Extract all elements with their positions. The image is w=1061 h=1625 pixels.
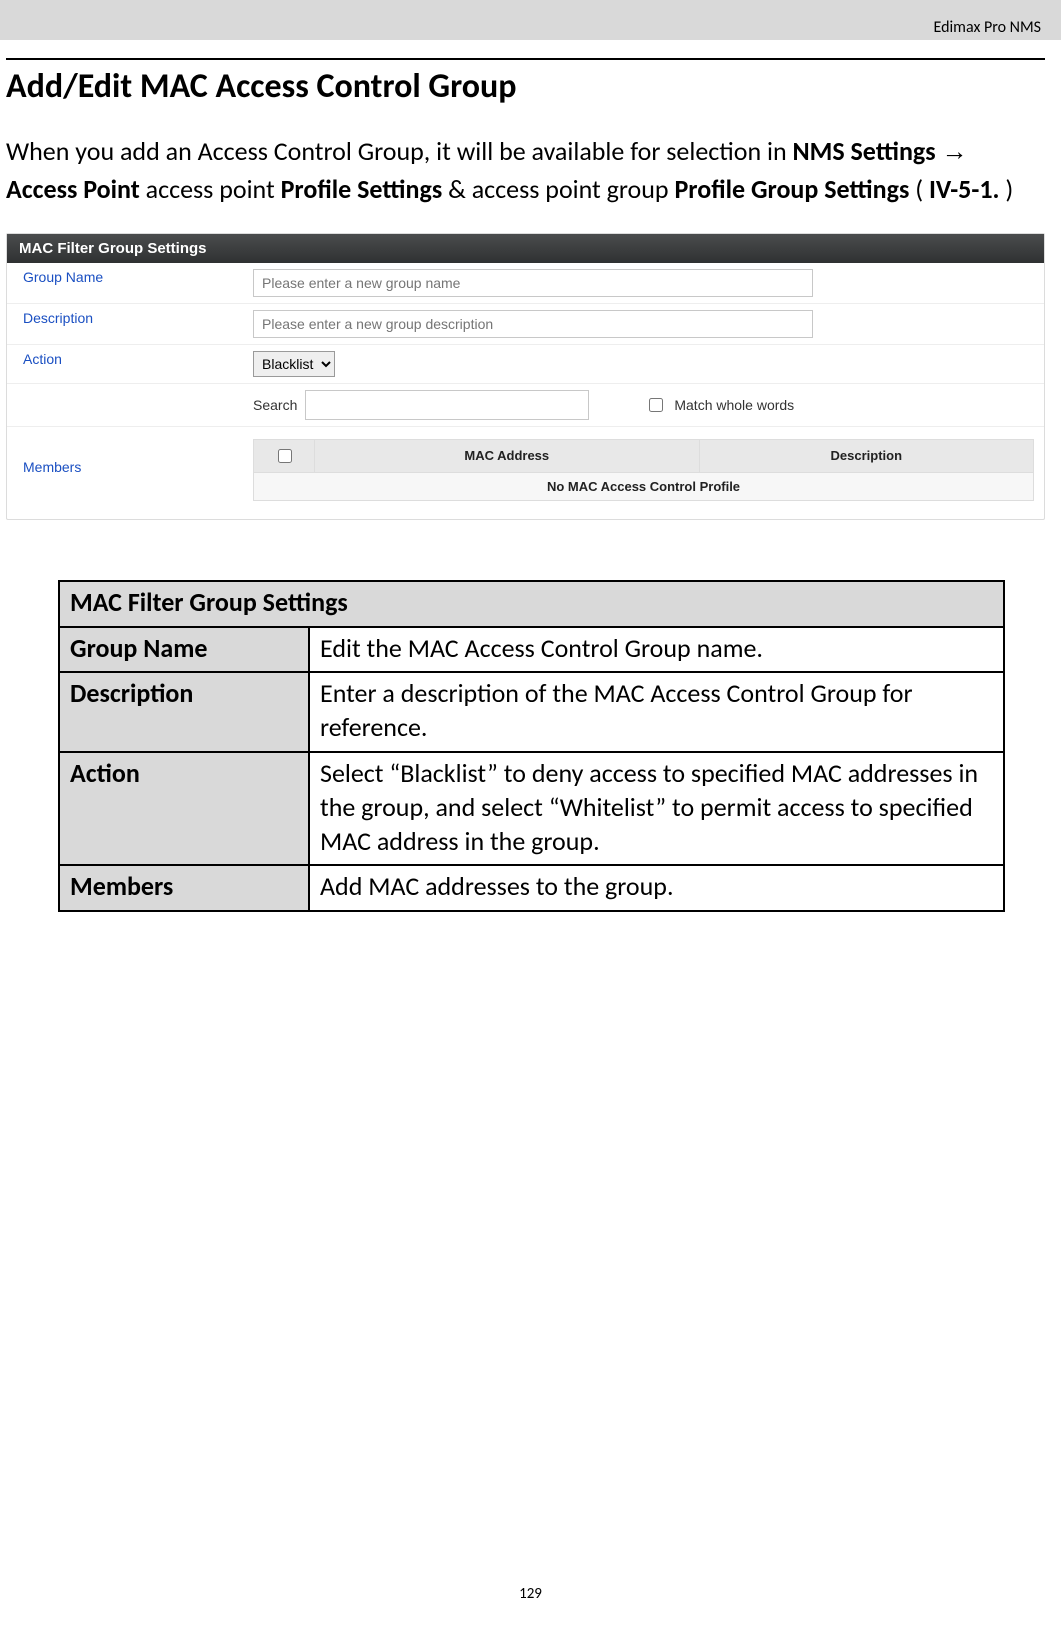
label-match-whole-words: Match whole words: [674, 397, 794, 413]
intro-text-3: & access point group: [448, 173, 674, 205]
description-input[interactable]: [253, 310, 813, 338]
desc-row-key-2: Action: [59, 752, 309, 865]
members-empty-row: No MAC Access Control Profile: [254, 472, 1034, 500]
intro-nms-settings: NMS Settings: [793, 135, 936, 167]
group-name-input[interactable]: [253, 269, 813, 297]
members-header-mac: MAC Address: [315, 439, 700, 472]
action-select[interactable]: Blacklist: [253, 351, 335, 377]
desc-row-key-1: Description: [59, 672, 309, 752]
intro-access-point: Access Point: [6, 173, 140, 205]
members-select-all-checkbox[interactable]: [278, 449, 292, 463]
label-description: Description: [7, 303, 243, 344]
page-title: Add/Edit MAC Access Control Group: [6, 68, 1045, 105]
intro-paren-close: ): [1005, 173, 1013, 205]
members-header-checkbox: [254, 439, 315, 472]
intro-section-ref: IV-5-1.: [929, 173, 999, 205]
members-table: MAC Address Description No MAC Access Co…: [253, 439, 1034, 501]
desc-row-key-3: Members: [59, 865, 309, 911]
mac-filter-panel: MAC Filter Group Settings Group Name Des…: [6, 233, 1045, 520]
intro-profile-settings: Profile Settings: [281, 173, 443, 205]
search-input[interactable]: [305, 390, 589, 420]
settings-description-table: MAC Filter Group Settings Group Name Edi…: [58, 580, 1005, 912]
panel-title: MAC Filter Group Settings: [7, 234, 1044, 263]
desc-table-caption: MAC Filter Group Settings: [59, 581, 1004, 627]
desc-row-val-0: Edit the MAC Access Control Group name.: [309, 627, 1004, 673]
doc-header-product: Edimax Pro NMS: [934, 18, 1042, 37]
intro-text-2: access point: [146, 173, 281, 205]
intro-paren-open: (: [915, 173, 923, 205]
label-action: Action: [7, 344, 243, 383]
match-whole-words-checkbox[interactable]: [649, 398, 663, 412]
desc-row-val-3: Add MAC addresses to the group.: [309, 865, 1004, 911]
intro-text: When you add an Access Control Group, it…: [6, 135, 793, 167]
page-number: 129: [0, 1585, 1061, 1603]
header-rule: [6, 58, 1045, 60]
intro-paragraph: When you add an Access Control Group, it…: [6, 133, 1045, 208]
members-header-desc: Description: [699, 439, 1033, 472]
label-members: Members: [7, 426, 243, 507]
label-group-name: Group Name: [7, 263, 243, 304]
desc-row-val-2: Select “Blacklist” to deny access to spe…: [309, 752, 1004, 865]
desc-row-val-1: Enter a description of the MAC Access Co…: [309, 672, 1004, 752]
arrow-icon: →: [942, 136, 968, 166]
label-search: Search: [253, 397, 297, 413]
desc-row-key-0: Group Name: [59, 627, 309, 673]
intro-profile-group-settings: Profile Group Settings: [674, 173, 909, 205]
